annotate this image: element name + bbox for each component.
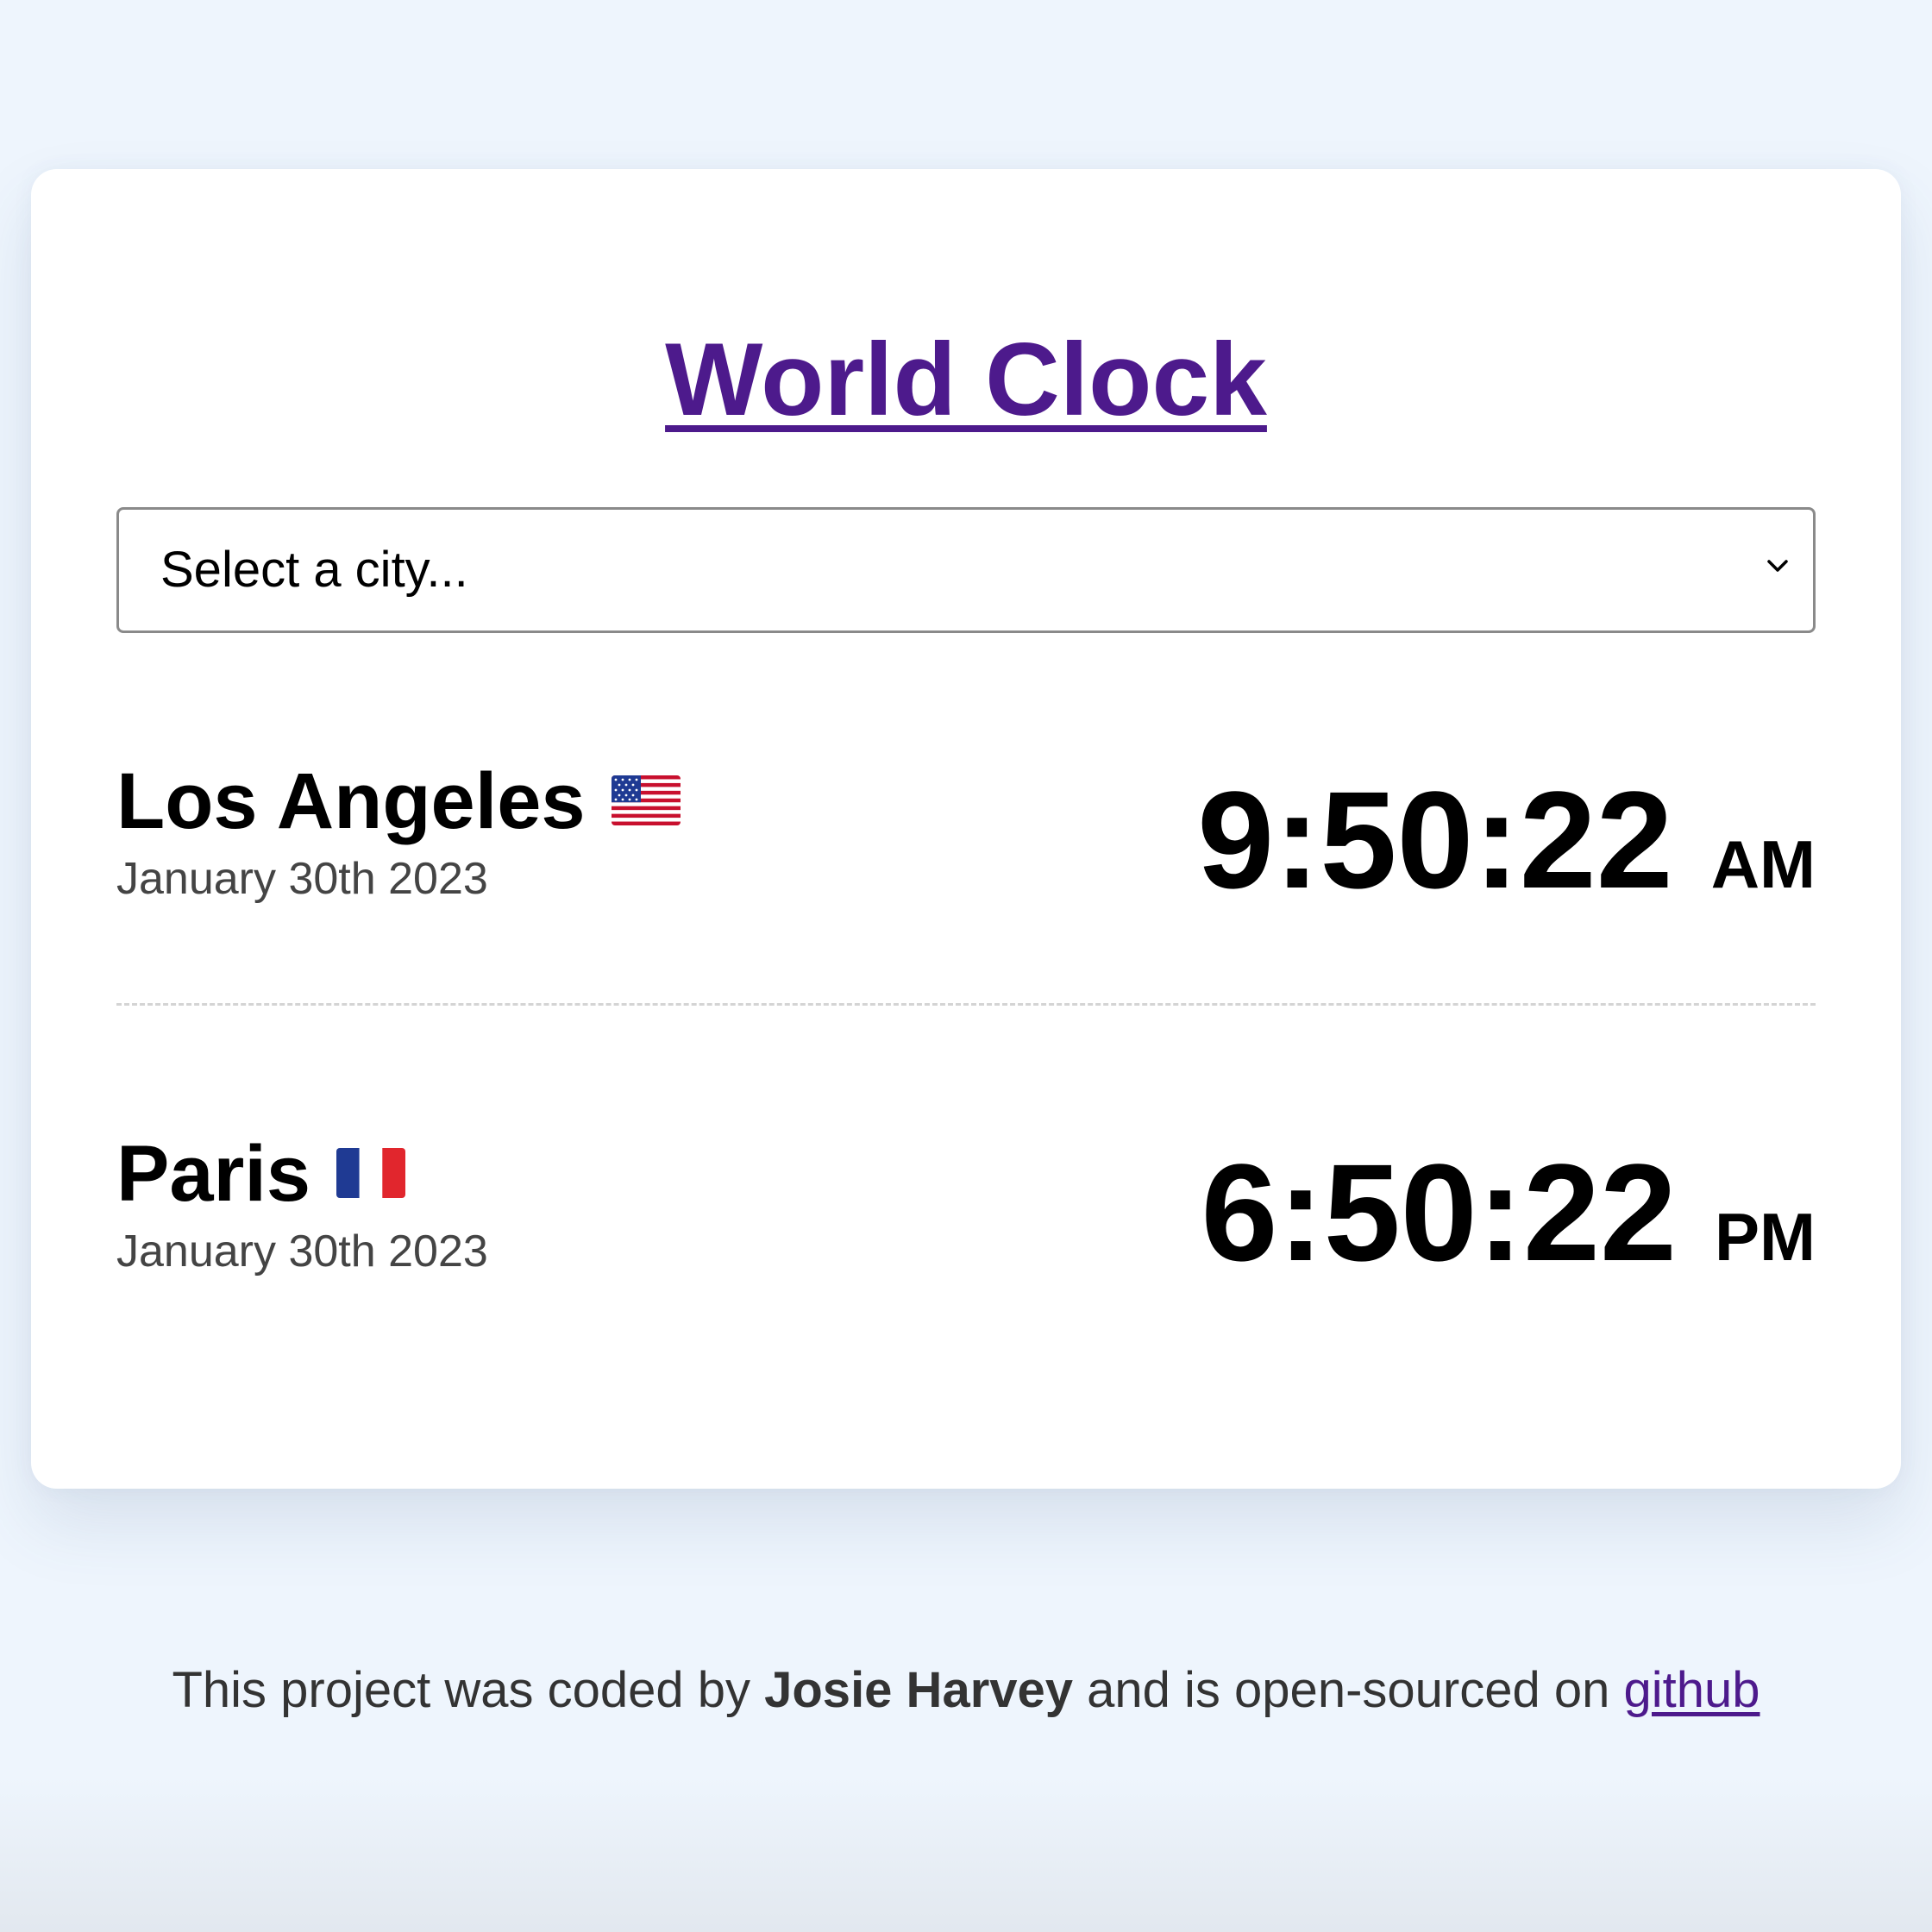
- chevron-down-icon: [1767, 560, 1788, 572]
- page-title: World Clock: [0, 319, 1932, 440]
- city-date: January 30th 2023: [116, 1226, 488, 1276]
- github-link[interactable]: github: [1623, 1662, 1760, 1718]
- footer: This project was coded by Josie Harvey a…: [0, 1656, 1932, 1725]
- city-time: 6:50:22 PM: [1201, 1126, 1816, 1299]
- divider: [116, 1003, 1816, 1006]
- city-row-los-angeles: Los Angeles January 30th 2023 9:50:22 AM: [116, 754, 1816, 926]
- city-name: Los Angeles: [116, 754, 681, 849]
- time-period: PM: [1715, 1199, 1816, 1275]
- footer-text-before: This project was coded by: [172, 1662, 765, 1718]
- city-select[interactable]: Select a city...: [116, 507, 1816, 633]
- time-value: 9:50:22: [1197, 762, 1673, 917]
- us-flag-icon: [611, 775, 681, 825]
- city-time: 9:50:22 AM: [1197, 754, 1816, 926]
- city-row-paris: Paris January 30th 2023 6:50:22 PM: [116, 1126, 1816, 1299]
- city-date: January 30th 2023: [116, 854, 488, 904]
- city-name-label: Paris: [116, 1130, 311, 1218]
- city-select-value: Select a city...: [160, 542, 468, 598]
- title-link[interactable]: World Clock: [665, 322, 1267, 437]
- time-value: 6:50:22: [1201, 1135, 1677, 1289]
- author-name: Josie Harvey: [764, 1662, 1074, 1718]
- city-name-label: Los Angeles: [116, 757, 586, 845]
- fr-flag-icon: [336, 1147, 406, 1198]
- time-period: AM: [1710, 826, 1816, 902]
- city-name: Paris: [116, 1126, 406, 1221]
- footer-text-middle: and is open-sourced on: [1073, 1662, 1624, 1718]
